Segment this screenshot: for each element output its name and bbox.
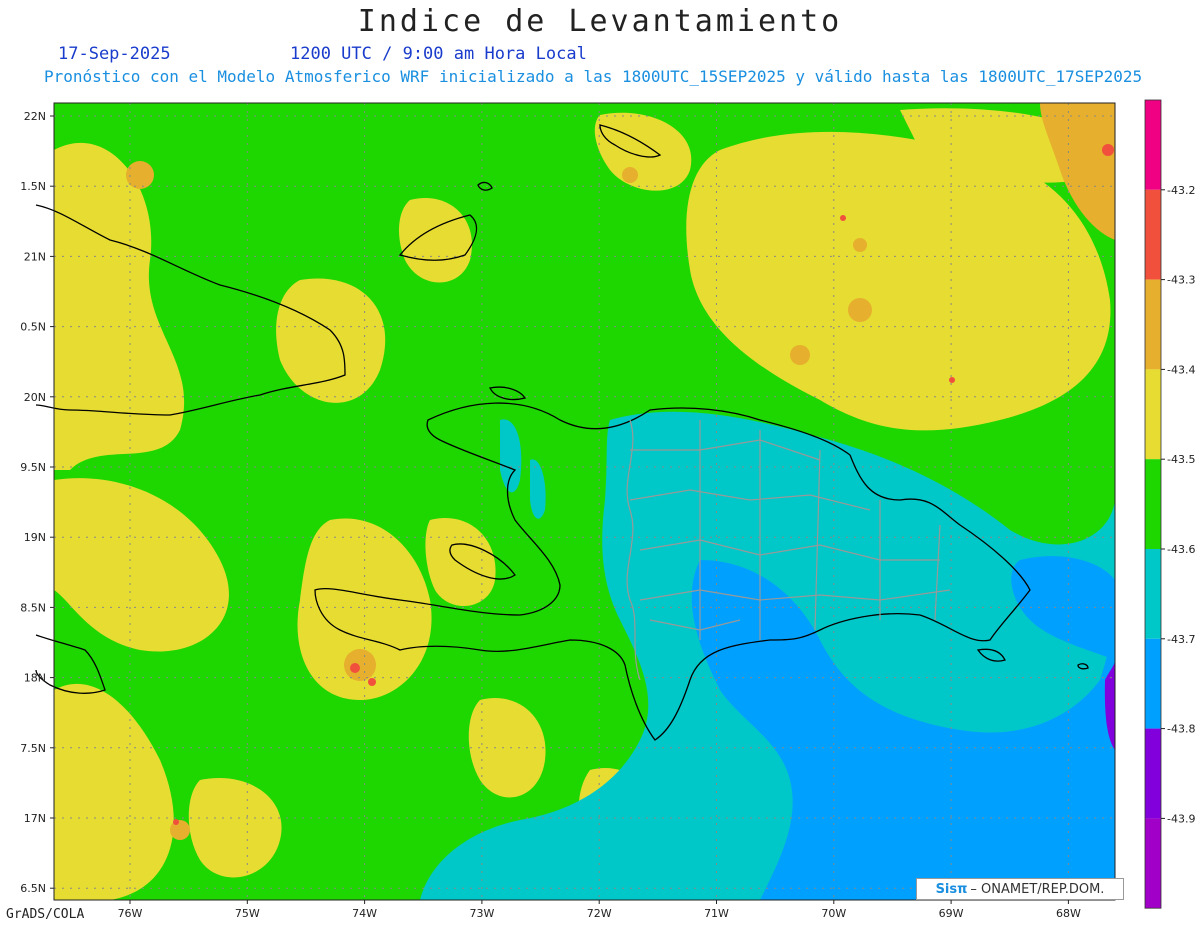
lat-label: 18N <box>24 672 46 685</box>
colorbar-swatch <box>1145 100 1161 190</box>
colorbar-swatch <box>1145 549 1161 639</box>
lon-label: 75W <box>235 907 260 920</box>
lon-label: 72W <box>587 907 612 920</box>
map-figure: 22N 1.5N 21N 0.5N 20N 9.5N 19N 8.5N 18N 7.5N 17N 6.… <box>20 99 1195 920</box>
lon-label: 73W <box>469 907 494 920</box>
colorbar-label: -43.3 <box>1167 274 1195 287</box>
colorbar-label: -43.8 <box>1167 723 1195 736</box>
lon-label: 71W <box>704 907 729 920</box>
lat-label: 20N <box>24 391 46 404</box>
lat-label: 9.5N <box>20 461 46 474</box>
lat-label: 0.5N <box>20 321 46 334</box>
lon-label: 76W <box>118 907 143 920</box>
latitude-labels: 22N 1.5N 21N 0.5N 20N 9.5N 19N 8.5N 18N 7.5N 17N 6.… <box>20 110 54 895</box>
credit-text: – ONAMET/REP.DOM. <box>970 881 1105 897</box>
lat-label: 6.5N <box>20 882 46 895</box>
colorbar-swatch <box>1145 369 1161 460</box>
lat-label: 7.5N <box>20 742 46 755</box>
lon-label: 68W <box>1056 907 1081 920</box>
lon-label: 70W <box>821 907 846 920</box>
lat-label: 1.5N <box>20 180 46 193</box>
lon-label: 74W <box>352 907 377 920</box>
colorbar-swatch <box>1145 728 1161 819</box>
lat-label: 17N <box>24 812 46 825</box>
lat-label: 21N <box>24 250 46 263</box>
colorbar-swatch <box>1145 818 1161 909</box>
contour-field <box>54 103 1115 900</box>
colorbar: -43.2 -43.3 -43.4 -43.5 -43.6 -43.7 -43.8 -43.9 <box>1144 99 1195 909</box>
colorbar-swatch <box>1145 189 1161 280</box>
colorbar-swatch <box>1145 638 1161 729</box>
sispi-logo: Sisπ <box>935 881 968 897</box>
colorbar-swatch <box>1145 279 1161 370</box>
grads-footer: GrADS/COLA <box>6 907 85 922</box>
lon-label: 69W <box>939 907 964 920</box>
colorbar-label: -43.7 <box>1167 633 1195 646</box>
colorbar-label: -43.6 <box>1167 543 1195 556</box>
longitude-labels: 76W 75W 74W 73W 72W 71W 70W 69W 68W <box>118 900 1081 920</box>
colorbar-label: -43.2 <box>1167 184 1195 197</box>
lat-label: 22N <box>24 110 46 123</box>
colorbar-swatch <box>1145 459 1161 549</box>
lat-label: 19N <box>24 531 46 544</box>
colorbar-label: -43.5 <box>1167 453 1195 466</box>
colorbar-label: -43.9 <box>1167 812 1195 825</box>
credit-box: Sisπ – ONAMET/REP.DOM. <box>916 878 1124 900</box>
colorbar-label: -43.4 <box>1167 363 1195 376</box>
lat-label: 8.5N <box>20 601 46 614</box>
